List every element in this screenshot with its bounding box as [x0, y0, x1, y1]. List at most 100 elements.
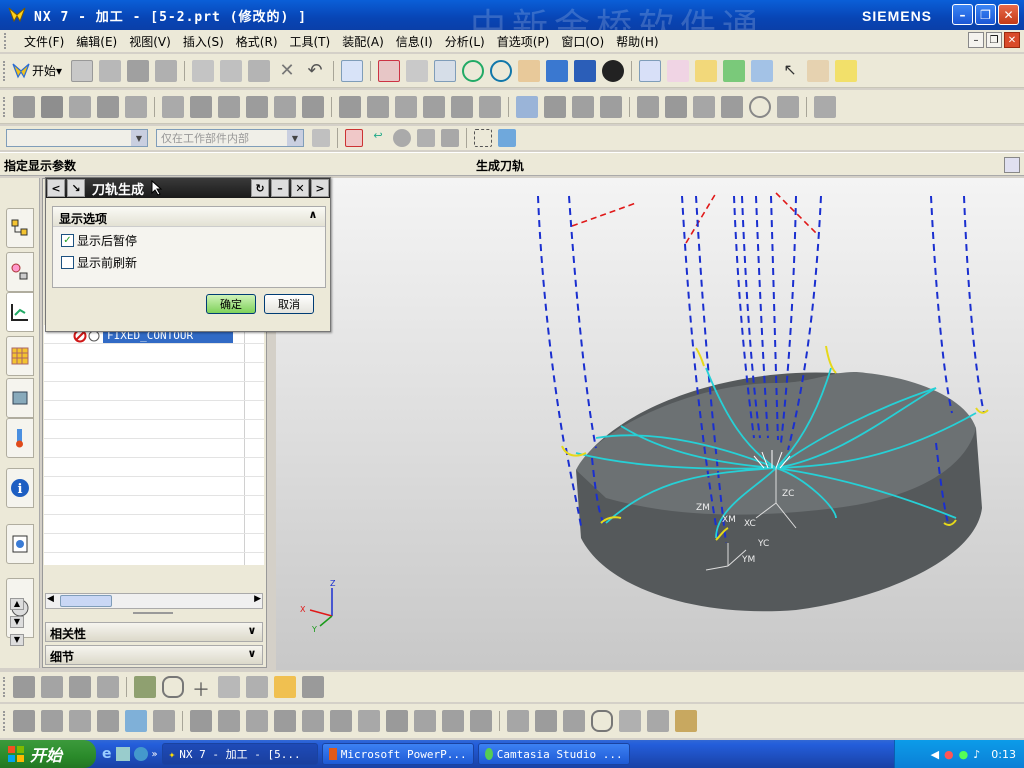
speaker-icon[interactable]: ♪ [973, 748, 980, 761]
cut-object-icon[interactable] [190, 95, 212, 118]
chevron-left-icon[interactable]: < [47, 179, 65, 197]
create-operation-icon[interactable] [125, 95, 147, 118]
pause-after-display-option[interactable]: ✓ 显示后暂停 [61, 232, 317, 249]
insert-geometry-icon[interactable] [69, 710, 91, 732]
output-cls-icon[interactable] [479, 95, 501, 118]
menu-file[interactable]: 文件(F) [18, 33, 70, 50]
snap-point-icon[interactable] [345, 129, 363, 147]
machine-tool-navigator-tab[interactable] [6, 336, 34, 376]
selection-scope-dropdown[interactable]: 仅在工作部件内部 ▼ [156, 129, 304, 147]
collapse-icon[interactable]: – [271, 179, 289, 197]
curve-icon[interactable] [218, 676, 240, 698]
body-icon[interactable] [777, 95, 799, 118]
wcs-icon[interactable] [639, 59, 662, 82]
link-icon[interactable] [162, 676, 184, 698]
select-cursor-icon[interactable]: ↖ [779, 60, 801, 82]
flow-icon[interactable] [647, 710, 669, 732]
geometry-view-icon[interactable] [572, 95, 594, 118]
zoom-icon[interactable] [406, 59, 429, 82]
graphics-viewport[interactable]: ZC XC YC XM YM ZM Z X Y [276, 178, 1024, 670]
trim-icon[interactable] [330, 710, 352, 732]
program-order-view-icon[interactable] [544, 95, 566, 118]
transform-path-icon[interactable] [423, 95, 445, 118]
taskbar-item-camtasia[interactable]: Camtasia Studio ... [477, 743, 630, 765]
reset-arrow-icon[interactable]: ↘ [67, 179, 85, 197]
insert-feature-icon[interactable] [153, 710, 175, 732]
group-icon[interactable] [302, 676, 324, 698]
menu-format[interactable]: 格式(R) [230, 33, 284, 50]
spline-icon[interactable] [246, 676, 268, 698]
block-icon[interactable] [619, 710, 641, 732]
rectangle-select-icon[interactable] [474, 129, 492, 147]
doc-minimize-button[interactable]: – [968, 32, 984, 48]
table-row[interactable] [44, 439, 264, 458]
information-tab[interactable]: i [6, 468, 34, 508]
patch-icon[interactable] [470, 710, 492, 732]
insert-operation-icon[interactable] [125, 710, 147, 732]
assembly-navigator-tab[interactable] [6, 208, 34, 248]
merge-icon[interactable] [414, 710, 436, 732]
pointer-icon[interactable] [417, 129, 435, 147]
chevron-right-icon[interactable]: » [152, 749, 158, 760]
refresh-before-display-option[interactable]: 显示前刷新 [61, 254, 317, 271]
windows-start-button[interactable]: 开始 [0, 740, 96, 768]
hide-icon[interactable] [507, 710, 529, 732]
dependencies-section[interactable]: 相关性 ∨ [45, 622, 263, 642]
tool-library-tab[interactable] [6, 378, 34, 418]
offset-icon[interactable] [274, 710, 296, 732]
zoom-in-out-icon[interactable] [462, 59, 485, 82]
table-row[interactable] [44, 534, 264, 553]
scroll-up-icon[interactable]: ▲ [10, 598, 24, 610]
mirror-icon[interactable] [246, 710, 268, 732]
machine-tool-view-icon[interactable] [516, 95, 538, 118]
delete-icon[interactable]: ✕ [276, 60, 298, 82]
menu-information[interactable]: 信息(I) [390, 33, 439, 50]
ie-icon[interactable]: e [102, 746, 112, 762]
verify-toolpath-icon[interactable] [723, 59, 746, 82]
paste-object-icon[interactable] [246, 95, 268, 118]
menu-preferences[interactable]: 首选项(P) [491, 33, 556, 50]
move-icon[interactable] [218, 710, 240, 732]
snap-icon[interactable] [441, 129, 459, 147]
search-object-icon[interactable] [749, 95, 771, 118]
media-icon[interactable] [133, 747, 148, 761]
table-row[interactable] [44, 382, 264, 401]
restore-button[interactable]: ❐ [975, 4, 996, 25]
edit-operation-icon[interactable] [13, 676, 35, 698]
analysis-icon[interactable] [675, 710, 697, 732]
copy-icon[interactable] [220, 59, 243, 82]
postprocess-icon[interactable] [751, 59, 774, 82]
scroll-right-icon[interactable]: ▶ [254, 594, 261, 604]
transform-icon[interactable] [190, 710, 212, 732]
new-file-icon[interactable] [71, 59, 94, 82]
settings-icon[interactable] [97, 676, 119, 698]
fullscreen-icon[interactable] [1004, 157, 1020, 173]
cut-icon[interactable] [192, 59, 215, 82]
scrollbar-thumb[interactable] [60, 595, 112, 607]
minimize-button[interactable]: – [952, 4, 973, 25]
generate-toolpath-icon[interactable] [695, 59, 718, 82]
navigator-horizontal-scrollbar[interactable]: ◀ ▶ [45, 593, 263, 609]
thermometer-tab[interactable] [6, 418, 34, 458]
table-row[interactable] [44, 458, 264, 477]
scroll-down-icon[interactable]: ▼ [10, 616, 24, 628]
insert-method-icon[interactable] [97, 710, 119, 732]
close-button[interactable]: ✕ [998, 4, 1019, 25]
menu-assemblies[interactable]: 装配(A) [336, 33, 390, 50]
table-row[interactable] [44, 420, 264, 439]
taskbar-item-nx[interactable]: ✦ NX 7 - 加工 - [5... [161, 743, 318, 765]
create-geometry-icon[interactable] [69, 95, 91, 118]
menu-window[interactable]: 窗口(O) [555, 33, 610, 50]
table-row[interactable] [44, 344, 264, 363]
generate-path-icon[interactable] [339, 95, 361, 118]
sew-icon[interactable] [442, 710, 464, 732]
reset-icon[interactable]: ↻ [251, 179, 269, 197]
shop-floor-icon[interactable] [637, 95, 659, 118]
start-menu-button[interactable]: 开始 ▾ [10, 60, 62, 82]
point-plus-icon[interactable]: ＋ [190, 676, 212, 701]
menu-tools[interactable]: 工具(T) [284, 33, 337, 50]
select-cube-icon[interactable] [498, 129, 516, 147]
feed-rate-icon[interactable] [69, 676, 91, 698]
constraint-navigator-tab[interactable] [6, 252, 34, 292]
create-tool-icon[interactable] [41, 95, 63, 118]
